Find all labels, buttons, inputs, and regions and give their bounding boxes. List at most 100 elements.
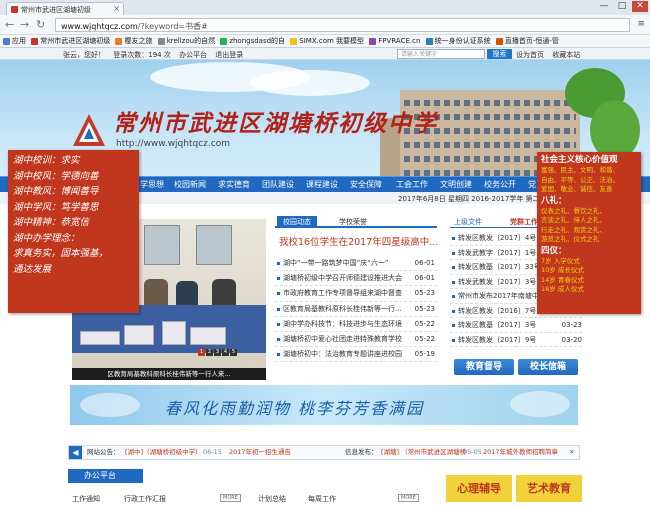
browser-navbar: ← → ↻ www.wjqhtqcz.com/?keyword=书香# ≡ xyxy=(0,15,650,35)
news-title: 湖中“一带一路筑梦中国”庆“六一” xyxy=(283,259,389,267)
ticker-item[interactable]: [湖塘] （常州市武进区湖塘桥 xyxy=(381,446,466,459)
news-title: 湖塘桥初级中学召开师德建设推进大会 xyxy=(283,274,402,283)
menu-item[interactable]: 校园新闻 xyxy=(174,179,206,190)
values-line: 自由、平等、公正、法治、 xyxy=(541,175,619,184)
search-button[interactable]: 搜索 xyxy=(487,49,512,59)
tree-decoration xyxy=(590,100,640,160)
office-link[interactable]: 行政工作汇报 xyxy=(124,494,166,504)
motto-line: 湖中校训：求实 xyxy=(13,155,80,166)
list-item[interactable]: 湖中“一带一路筑梦中国”庆“六一” 06-01 xyxy=(275,256,437,272)
tab-superior-files[interactable]: 上级文件 xyxy=(454,217,482,227)
news-date: 05-23 xyxy=(414,304,435,313)
ticker-close-icon[interactable]: ✕ xyxy=(569,446,574,459)
bookmark-sakura[interactable]: 樱友之旅 xyxy=(115,35,152,47)
forward-icon[interactable]: → xyxy=(20,18,29,31)
list-item[interactable]: 湖塘桥初级中学召开师德建设推进大会 06-01 xyxy=(275,271,437,287)
photo-caption[interactable]: 区教育局基教科原科长桂伟新等一行人来... xyxy=(72,368,266,380)
list-item[interactable]: 湖中学办科技节：科技进步与生态环境 05-22 xyxy=(275,317,437,332)
list-item[interactable]: 转发区教发〔2017〕9号 03-20 xyxy=(450,333,582,347)
file-date: 03-23 xyxy=(561,321,582,329)
bookmark-simx[interactable]: SIMX.com 我要模型 xyxy=(290,35,364,47)
list-item[interactable]: 湖塘桥初中：法治教育专题讲座进校园 05-19 xyxy=(275,347,437,363)
logout-link[interactable]: 退出登录 xyxy=(215,51,243,59)
motto-line: 湖中教风：博闻善导 xyxy=(13,186,99,197)
art-education-banner[interactable]: 艺术教育 xyxy=(516,475,582,502)
principal-mailbox-button[interactable]: 校长信箱 xyxy=(518,359,578,375)
tab-school-honors[interactable]: 学校荣誉 xyxy=(333,216,373,228)
menu-item[interactable]: 学思想 xyxy=(140,179,164,190)
tab-party-work[interactable]: 党群工作 xyxy=(510,217,538,227)
bookmark-zhongsdasd[interactable]: zhongsdasd的自 xyxy=(220,35,285,47)
motto-line: 求真务实，固本强基， xyxy=(13,248,109,259)
motto-line: 湖中办学理念： xyxy=(13,232,80,244)
news-date: 05-23 xyxy=(414,289,435,298)
photo-books xyxy=(124,325,154,345)
slide-dot[interactable]: 3 xyxy=(214,349,221,356)
more-button[interactable]: MORE xyxy=(220,494,241,502)
bookmark-fpvrace[interactable]: FPVRACE.cn xyxy=(369,35,420,47)
news-date: 05-19 xyxy=(414,350,435,359)
more-button[interactable]: MORE xyxy=(398,494,419,502)
cloud-decoration xyxy=(510,391,570,417)
bookmark-apps[interactable]: 应用 xyxy=(3,35,26,47)
education-supervision-button[interactable]: 教育督导 xyxy=(454,359,514,375)
greeting: 张云，您好！ xyxy=(63,51,105,59)
bookmark-krellzou[interactable]: krellzou的自然 xyxy=(157,35,215,47)
menu-item[interactable]: 工会工作 xyxy=(396,179,428,190)
tab-close-icon[interactable]: × xyxy=(113,4,120,13)
set-homepage-link[interactable]: 设为首页 xyxy=(516,51,544,59)
school-logo-icon xyxy=(73,114,105,146)
slide-dot[interactable]: 4 xyxy=(222,349,229,356)
office-link[interactable]: 办公平台 xyxy=(179,51,207,59)
office-link[interactable]: 工作通知 xyxy=(72,494,100,504)
ticker-date: 06-15 xyxy=(203,448,222,456)
slide-dot[interactable]: 2 xyxy=(206,349,213,356)
search-input[interactable]: 请输入关键字 xyxy=(397,49,485,59)
close-window-button[interactable]: ✕ xyxy=(632,1,648,12)
news-headline[interactable]: 我校16位学生在2017年四星级高中... xyxy=(279,234,438,248)
slide-dot[interactable]: 5 xyxy=(230,349,237,356)
list-item[interactable]: 湖塘桥初中爱心社团走进特殊教育学校 05-22 xyxy=(275,332,437,348)
browser-menu-icon[interactable]: ≡ xyxy=(637,19,645,29)
back-icon[interactable]: ← xyxy=(5,18,14,31)
user-info: 张云，您好！ 登录次数：194 次 办公平台 退出登录 xyxy=(63,50,249,60)
slide-dot[interactable]: 1 xyxy=(198,349,205,356)
list-item[interactable]: 转发区教基〔2017〕3号 03-23 xyxy=(450,318,582,333)
maximize-button[interactable]: □ xyxy=(614,1,630,12)
menu-item[interactable]: 校务公开 xyxy=(484,179,516,190)
photo-books xyxy=(190,327,226,345)
site-favicon-icon xyxy=(11,6,18,13)
minimize-button[interactable]: — xyxy=(596,1,612,12)
menu-item[interactable]: 文明创建 xyxy=(440,179,472,190)
tab-campus-news[interactable]: 校园动态 xyxy=(277,216,317,228)
rites-line: 仪表之礼、餐饮之礼、 xyxy=(541,206,606,215)
school-url: http://www.wjqhtqcz.com xyxy=(116,139,230,149)
browser-tab[interactable]: 常州市武进区湖塘初级 × xyxy=(6,2,124,15)
file-title: 转发区教发〔2017〕9号 xyxy=(458,335,537,344)
menu-item[interactable]: 求实德育 xyxy=(218,179,250,190)
menu-item[interactable]: 安全保障 xyxy=(350,179,382,190)
menu-item[interactable]: 团队建设 xyxy=(262,179,294,190)
news-date: 06-01 xyxy=(414,274,435,283)
ticker-date: 05-05 xyxy=(463,448,482,456)
ticker-item[interactable]: 2017年城外教师招聘简章 xyxy=(483,446,558,459)
menu-item[interactable]: 课程建设 xyxy=(306,179,338,190)
motto-line: 湖中精神：恭宽信 xyxy=(13,217,90,228)
bookmark-school[interactable]: 常州市武进区湖塘初级 xyxy=(31,35,110,47)
reload-icon[interactable]: ↻ xyxy=(36,18,45,31)
bookmark-auth[interactable]: 统一身份认证系统 xyxy=(425,35,491,47)
address-bar[interactable]: www.wjqhtqcz.com/?keyword=书香# xyxy=(55,18,630,32)
ticker-item[interactable]: 2017年初一招生通告 xyxy=(229,446,291,459)
photo-window xyxy=(144,225,180,265)
list-item[interactable]: 区教育局基教科原科长桂伟新等一行... 05-23 xyxy=(275,302,437,317)
office-link[interactable]: 每周工作 xyxy=(308,494,336,504)
bookmark-live[interactable]: 直播首页-恒通-管 xyxy=(495,35,559,47)
favorite-link[interactable]: 收藏本站 xyxy=(552,51,580,59)
window-controls: — □ ✕ xyxy=(596,1,648,12)
file-date: 03-20 xyxy=(561,335,582,344)
office-link[interactable]: 计划总结 xyxy=(258,494,286,504)
menu-item[interactable]: 党 xyxy=(528,179,536,190)
list-item[interactable]: 市政府教育工作专项督导组来湖中督查 05-23 xyxy=(275,286,437,302)
psychology-counseling-banner[interactable]: 心理辅导 xyxy=(446,475,512,502)
ticker-item[interactable]: [湖中]（湖塘桥初级中学） xyxy=(125,446,202,459)
